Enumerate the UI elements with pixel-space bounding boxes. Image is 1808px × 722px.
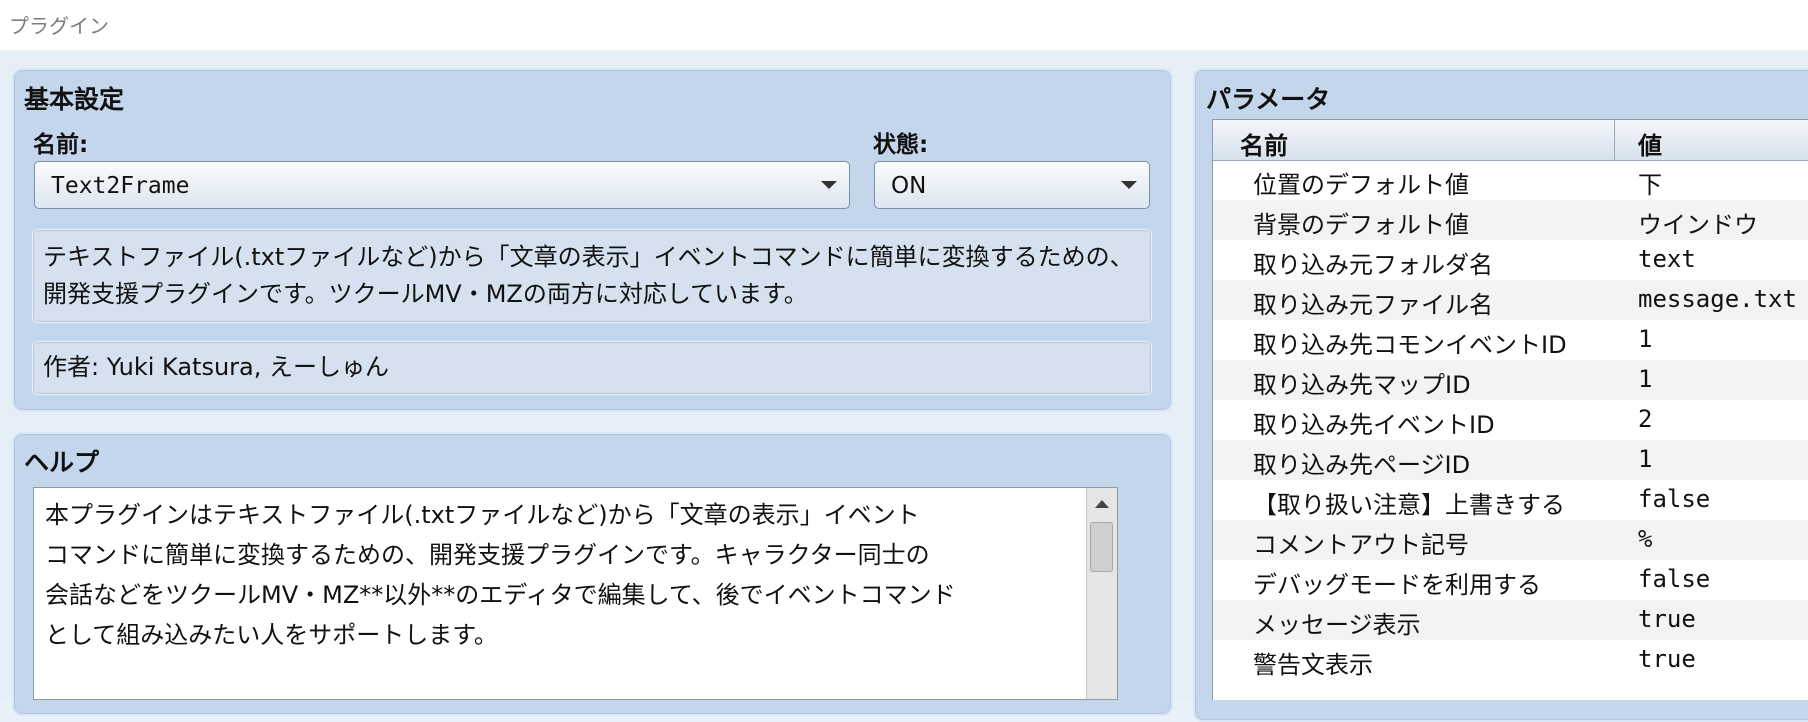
window-titlebar: プラグイン — [0, 0, 1808, 50]
param-value: 1 — [1638, 445, 1653, 473]
param-name: 警告文表示 — [1253, 651, 1373, 679]
plugin-name-value: Text2Frame — [51, 173, 190, 199]
help-text-area[interactable]: 本プラグインはテキストファイル(.txtファイルなど)から「文章の表示」イベント… — [33, 487, 1118, 700]
scroll-up-arrow-icon[interactable] — [1095, 500, 1109, 508]
param-value: 2 — [1638, 405, 1653, 433]
parameters-table: 名前 値 位置のデフォルト値 下 背景のデフォルト値 ウインドウ 取り込み元フォ… — [1212, 119, 1808, 700]
param-row-debug-mode[interactable]: デバッグモードを利用する false — [1213, 560, 1808, 600]
parameters-table-header: 名前 値 — [1213, 120, 1808, 161]
parameters-table-body: 位置のデフォルト値 下 背景のデフォルト値 ウインドウ 取り込み元フォルダ名 t… — [1213, 160, 1808, 701]
param-name: デバッグモードを利用する — [1253, 571, 1541, 599]
param-row-file-name[interactable]: 取り込み元ファイル名 message.txt — [1213, 280, 1808, 320]
chevron-down-icon — [1121, 181, 1137, 189]
plugin-author: 作者: Yuki Katsura, えーしゅん — [43, 353, 390, 381]
param-value: true — [1638, 605, 1696, 633]
param-row-common-event-id[interactable]: 取り込み先コモンイベントID 1 — [1213, 320, 1808, 360]
param-row-event-id[interactable]: 取り込み先イベントID 2 — [1213, 400, 1808, 440]
help-text: 本プラグインはテキストファイル(.txtファイルなど)から「文章の表示」イベント… — [45, 501, 956, 649]
plugin-author-box: 作者: Yuki Katsura, えーしゅん — [32, 341, 1152, 395]
status-label: 状態: — [873, 132, 929, 158]
param-row-warning-display[interactable]: 警告文表示 true — [1213, 640, 1808, 680]
param-row-page-id[interactable]: 取り込み先ページID 1 — [1213, 440, 1808, 480]
param-value: false — [1638, 565, 1711, 593]
column-header-value[interactable]: 値 — [1638, 126, 1662, 161]
param-row-background[interactable]: 背景のデフォルト値 ウインドウ — [1213, 200, 1808, 240]
plugin-description-box: テキストファイル(.txtファイルなど)から「文章の表示」イベントコマンドに簡単… — [32, 229, 1152, 323]
param-name: 取り込み元フォルダ名 — [1253, 251, 1493, 279]
column-header-name[interactable]: 名前 — [1240, 126, 1288, 161]
scrollbar-thumb[interactable] — [1090, 522, 1113, 572]
name-label: 名前: — [33, 132, 89, 158]
param-value: 1 — [1638, 325, 1653, 353]
param-value: % — [1638, 525, 1653, 553]
param-row-map-id[interactable]: 取り込み先マップID 1 — [1213, 360, 1808, 400]
param-value: 下 — [1638, 171, 1662, 199]
parameters-heading: パラメータ — [1206, 85, 1331, 114]
help-scrollbar[interactable] — [1086, 488, 1117, 699]
param-name: 取り込み先マップID — [1253, 371, 1471, 399]
param-row-comment-symbol[interactable]: コメントアウト記号 % — [1213, 520, 1808, 560]
param-value: text — [1638, 245, 1696, 273]
param-name: 取り込み先コモンイベントID — [1253, 331, 1567, 359]
plugin-name-dropdown[interactable]: Text2Frame — [34, 161, 850, 209]
param-row-folder-name[interactable]: 取り込み元フォルダ名 text — [1213, 240, 1808, 280]
param-name: メッセージ表示 — [1253, 611, 1421, 639]
status-value: ON — [891, 173, 927, 199]
window-title: プラグイン — [9, 14, 109, 38]
param-name: 【取り扱い注意】上書きする — [1253, 491, 1565, 519]
param-value: 1 — [1638, 365, 1653, 393]
param-name: 取り込み先ページID — [1253, 451, 1471, 479]
param-value: true — [1638, 645, 1696, 673]
param-row-message-display[interactable]: メッセージ表示 true — [1213, 600, 1808, 640]
param-name: 取り込み先イベントID — [1253, 411, 1495, 439]
help-heading: ヘルプ — [24, 448, 100, 477]
param-value: message.txt — [1638, 285, 1797, 313]
param-name: 背景のデフォルト値 — [1253, 211, 1469, 239]
param-name: 取り込み元ファイル名 — [1253, 291, 1493, 319]
param-row-overwrite[interactable]: 【取り扱い注意】上書きする false — [1213, 480, 1808, 520]
chevron-down-icon — [821, 181, 837, 189]
basic-settings-heading: 基本設定 — [24, 85, 125, 114]
param-value: false — [1638, 485, 1711, 513]
param-value: ウインドウ — [1638, 211, 1758, 239]
param-name: 位置のデフォルト値 — [1253, 171, 1469, 199]
param-name: コメントアウト記号 — [1253, 531, 1469, 559]
plugin-description: テキストファイル(.txtファイルなど)から「文章の表示」イベントコマンドに簡単… — [43, 243, 1134, 308]
param-row-position[interactable]: 位置のデフォルト値 下 — [1213, 160, 1808, 200]
status-dropdown[interactable]: ON — [874, 161, 1150, 209]
column-separator[interactable] — [1614, 120, 1615, 160]
